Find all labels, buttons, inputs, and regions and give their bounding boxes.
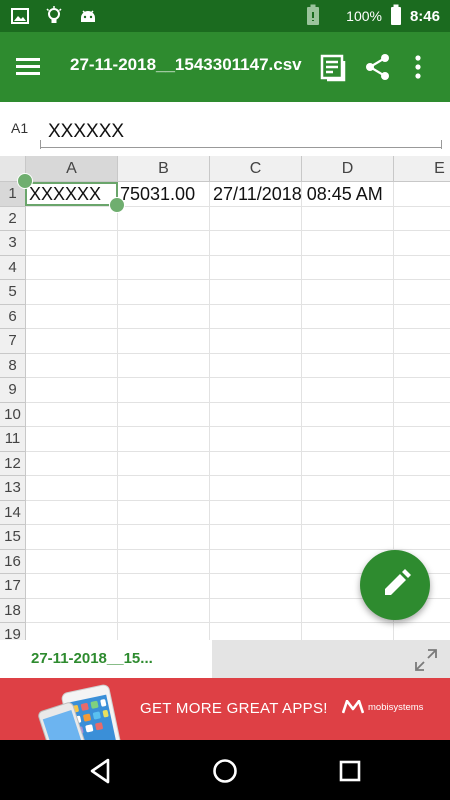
android-icon — [78, 6, 98, 26]
column-header-c[interactable]: C — [210, 156, 302, 182]
cell-reference[interactable]: A1 — [11, 120, 28, 136]
formula-input[interactable] — [40, 116, 442, 148]
row-gridline — [26, 279, 450, 280]
column-header-d[interactable]: D — [302, 156, 394, 182]
row-header-16[interactable]: 16 — [0, 549, 26, 574]
edit-fab[interactable] — [360, 550, 430, 620]
expand-button[interactable] — [414, 648, 438, 672]
cell-b1[interactable]: 75031.00 — [120, 182, 195, 206]
battery-saver-icon — [306, 4, 320, 29]
row-gridline — [26, 328, 450, 329]
selection-handle-start[interactable] — [17, 173, 33, 189]
status-bar: 100% 8:46 — [0, 0, 450, 32]
share-button[interactable] — [363, 52, 393, 82]
column-header-a[interactable]: A — [26, 156, 118, 182]
battery-percent: 100% — [346, 8, 382, 24]
lightbulb-icon — [44, 6, 64, 26]
row-gridline — [26, 622, 450, 623]
row-header-8[interactable]: 8 — [0, 353, 26, 378]
home-icon — [213, 759, 237, 783]
column-header-e[interactable]: E — [394, 156, 450, 182]
mobisystems-logo: mobisystems — [342, 700, 423, 714]
cell-c1[interactable]: 27/11/2018 08:45 AM — [213, 182, 383, 206]
battery-icon — [390, 4, 402, 29]
row-gridline — [26, 352, 450, 354]
row-header-13[interactable]: 13 — [0, 476, 26, 501]
formula-bar: A1 — [0, 102, 450, 156]
back-icon — [90, 758, 110, 784]
share-icon — [366, 54, 389, 80]
row-header-7[interactable]: 7 — [0, 329, 26, 354]
row-header-19[interactable]: 19 — [0, 623, 26, 640]
selection-handle-end[interactable] — [109, 197, 125, 213]
more-vert-icon — [415, 55, 421, 79]
ad-text: GET MORE GREAT APPS! — [140, 700, 328, 717]
navigation-bar — [0, 740, 450, 800]
row-gridline — [26, 303, 450, 305]
recents-icon — [339, 760, 361, 782]
ad-brand: mobisystems — [368, 701, 424, 713]
row-header-5[interactable]: 5 — [0, 280, 26, 305]
row-header-11[interactable]: 11 — [0, 427, 26, 452]
row-gridline — [26, 524, 450, 525]
row-header-10[interactable]: 10 — [0, 402, 26, 427]
expand-icon — [415, 649, 437, 671]
sheet-tabs-bar: 27-11-2018__15... — [0, 640, 450, 678]
row-header-3[interactable]: 3 — [0, 231, 26, 256]
image-icon — [10, 6, 30, 26]
row-header-9[interactable]: 9 — [0, 378, 26, 403]
column-header-b[interactable]: B — [118, 156, 210, 182]
row-header-4[interactable]: 4 — [0, 255, 26, 280]
row-header-12[interactable]: 12 — [0, 451, 26, 476]
row-header-6[interactable]: 6 — [0, 304, 26, 329]
document-title: 27-11-2018__1543301147.csv — [70, 55, 302, 74]
row-header-2[interactable]: 2 — [0, 206, 26, 231]
ad-banner[interactable]: GET MORE GREAT APPS! mobisystems — [0, 678, 450, 740]
row-gridline — [26, 499, 450, 501]
back-button[interactable] — [86, 757, 114, 785]
row-gridline — [26, 254, 450, 256]
app-bar: 27-11-2018__1543301147.csv — [0, 32, 450, 102]
row-gridline — [26, 401, 450, 403]
recents-button[interactable] — [336, 757, 364, 785]
pencil-icon — [385, 569, 411, 595]
menu-icon — [16, 58, 40, 61]
row-header-17[interactable]: 17 — [0, 574, 26, 599]
row-gridline — [26, 450, 450, 452]
notes-button[interactable] — [318, 52, 348, 82]
home-button[interactable] — [211, 757, 239, 785]
row-gridline — [26, 230, 450, 231]
more-options-button[interactable] — [408, 52, 428, 82]
notes-icon — [320, 54, 346, 82]
sheet-tab-active[interactable]: 27-11-2018__15... — [0, 640, 212, 678]
row-gridline — [26, 475, 450, 476]
row-header-15[interactable]: 15 — [0, 525, 26, 550]
phone-mockup-image — [38, 684, 125, 740]
row-header-18[interactable]: 18 — [0, 598, 26, 623]
row-gridline — [26, 377, 450, 378]
row-header-14[interactable]: 14 — [0, 500, 26, 525]
cell-a1[interactable]: XXXXXX — [29, 182, 101, 206]
clock: 8:46 — [409, 7, 440, 25]
row-gridline — [26, 426, 450, 427]
menu-button[interactable] — [14, 53, 42, 81]
